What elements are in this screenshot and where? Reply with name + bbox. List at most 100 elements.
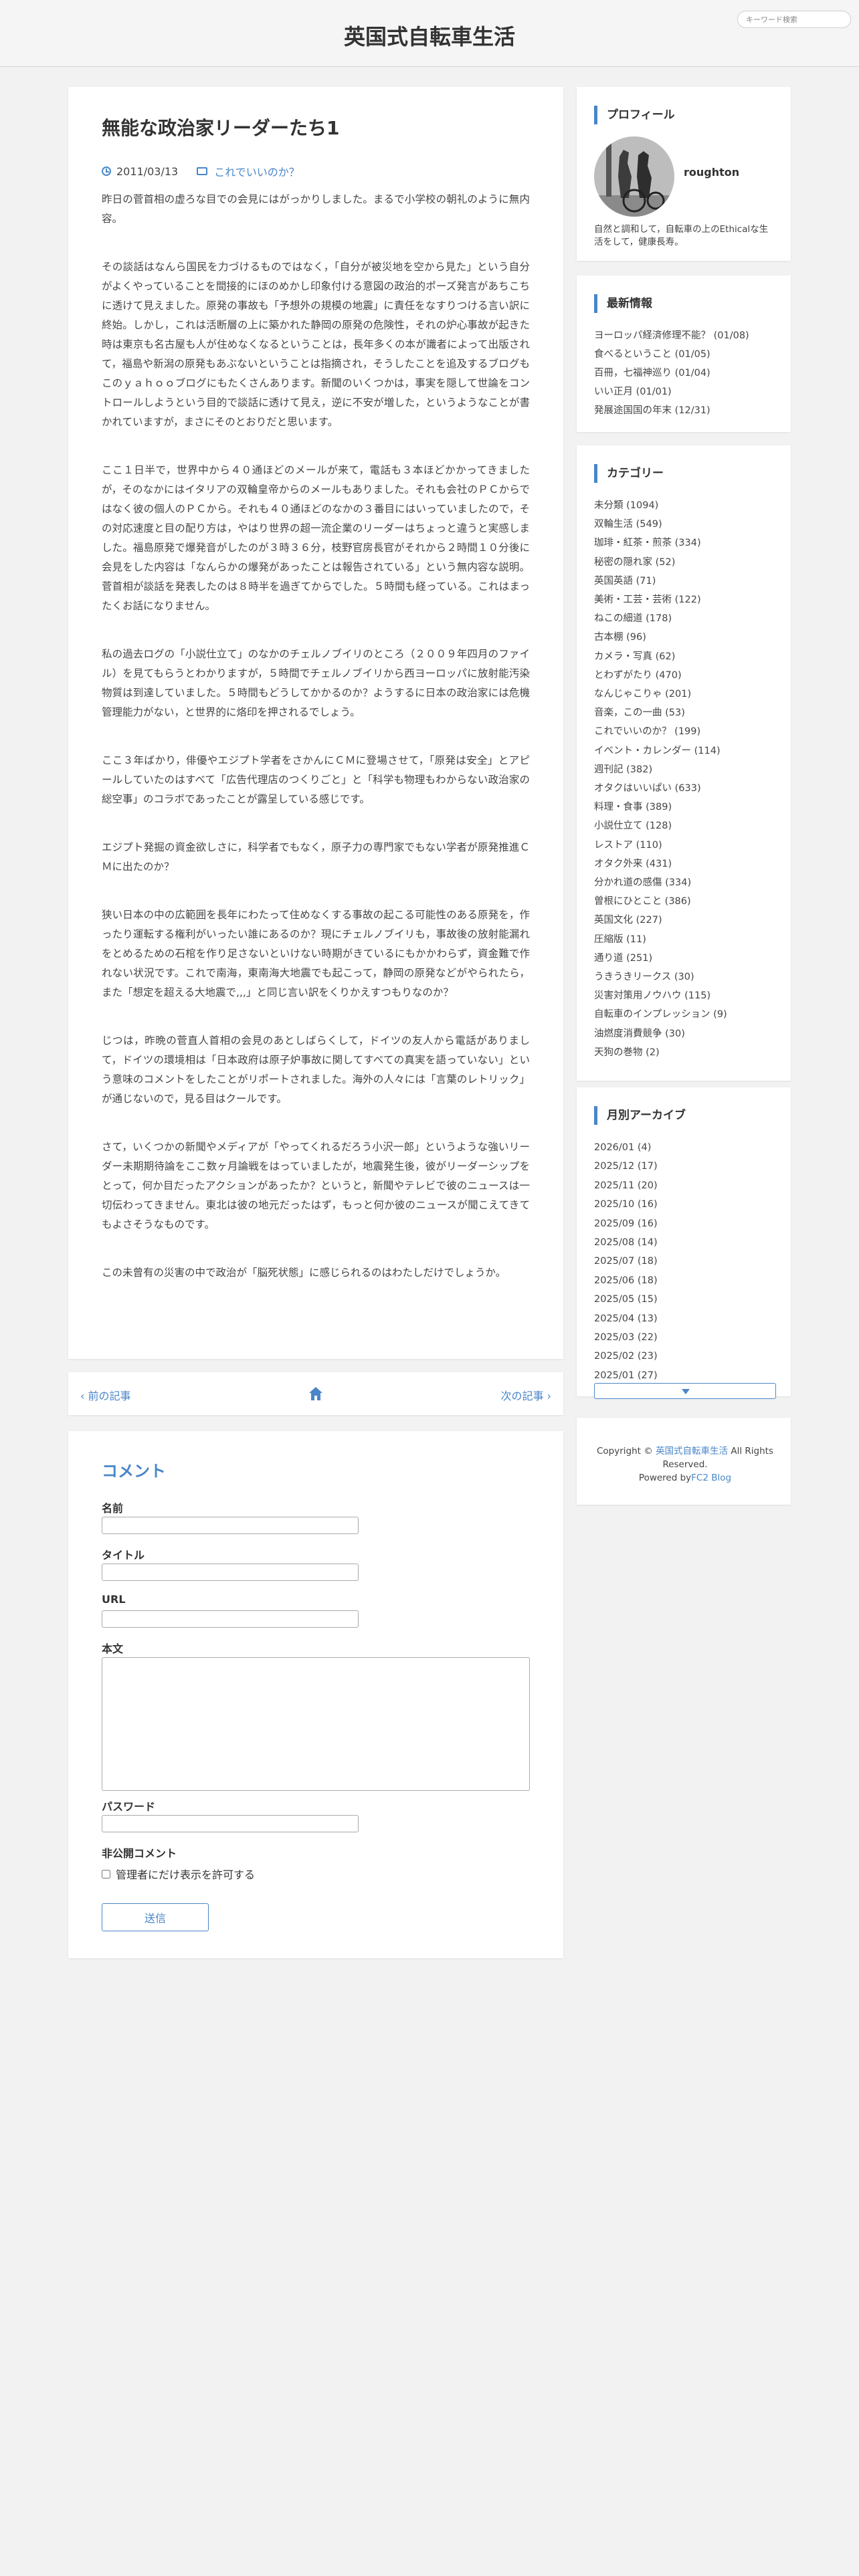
archive-heading: 月別アーカイブ [594, 1106, 686, 1125]
home-icon[interactable] [308, 1386, 324, 1402]
footer-text: Copyright © 英国式自転車生活 All Rights Reserved… [594, 1444, 776, 1485]
entry-paragraph: その談話はなんら国民を力づけるものではなく，「自分が被災地を空から見た」という自… [102, 261, 530, 428]
category-link[interactable]: 週刊記 (382) [594, 760, 781, 779]
category-link[interactable]: 双輪生活 (549) [594, 515, 781, 534]
entry-paragraph: さて，いくつかの新聞やメディアが「やってくれるだろう小沢一郎」というような強いリ… [102, 1141, 530, 1230]
entry-paragraph: ここ１日半で，世界中から４０通ほどのメールが来て，電話も３本ほどかかってきました… [102, 464, 530, 612]
entry-body: 昨日の菅首相の虚ろな目での会見にはがっかりしました。まるで小学校の朝礼のように無… [102, 190, 530, 1311]
archive-link[interactable]: 2025/05 (15) [594, 1290, 781, 1309]
next-entry-link[interactable]: 次の記事 › [501, 1387, 552, 1403]
category-link[interactable]: 未分類 (1094) [594, 496, 781, 515]
archive-link[interactable]: 2025/07 (18) [594, 1252, 781, 1271]
category-link[interactable]: 美術・工芸・芸術 (122) [594, 591, 781, 609]
comment-heading: コメント [102, 1462, 166, 1481]
category-link[interactable]: 料理・食事 (389) [594, 798, 781, 817]
category-link[interactable]: これでいいのか？ (199) [594, 722, 781, 741]
prev-entry-link[interactable]: ‹ 前の記事 [80, 1387, 131, 1403]
category-link[interactable]: オタクはいいぱい (633) [594, 779, 781, 798]
url-input[interactable] [102, 1610, 359, 1628]
category-link[interactable]: 油燃度消費競争 (30) [594, 1025, 781, 1043]
category-link[interactable]: 英国英語 (71) [594, 572, 781, 591]
recent-list: ヨーロッパ経済修理不能？ (01/08) 食べるということ (01/05) 百冊，七… [594, 326, 781, 420]
category-link[interactable]: 小説仕立て (128) [594, 817, 781, 835]
category-link[interactable]: 英国文化 (227) [594, 911, 781, 930]
category-link[interactable]: 通り道 (251) [594, 949, 781, 968]
folder-icon [197, 167, 208, 175]
powered-prefix: Powered by [638, 1473, 692, 1483]
entry-paragraph: エジプト発掘の資金欲しさに，科学者でもなく，原子力の専門家でもない学者が原発推進… [102, 841, 530, 873]
secret-checkbox-row[interactable]: 管理者にだけ表示を許可する [102, 1866, 255, 1882]
secret-checkbox[interactable] [102, 1869, 110, 1879]
url-label: URL [102, 1593, 126, 1606]
secret-label: 非公開コメント [102, 1847, 177, 1860]
title-input[interactable] [102, 1564, 359, 1581]
profile-username[interactable]: roughton [684, 166, 739, 179]
category-link[interactable]: 分かれ道の感傷 (334) [594, 873, 781, 892]
chevron-down-icon [682, 1389, 690, 1394]
category-link[interactable]: 自転車のインプレッション (9) [594, 1005, 781, 1024]
category-link[interactable]: カメラ・写真 (62) [594, 647, 781, 666]
copyright-prefix: Copyright © [597, 1446, 653, 1457]
submit-button[interactable]: 送信 [102, 1903, 209, 1931]
body-textarea[interactable] [102, 1657, 530, 1791]
footer-widget: Copyright © 英国式自転車生活 All Rights Reserved… [577, 1418, 791, 1505]
site-title[interactable]: 英国式自転車生活 [0, 20, 859, 51]
site-header: 英国式自転車生活 [0, 0, 859, 67]
archive-list: 2026/01 (4) 2025/12 (17) 2025/11 (20) 2025/… [594, 1138, 781, 1385]
category-link[interactable]: なんじゃこりゃ (201) [594, 685, 781, 704]
category-link[interactable]: 珈琲・紅茶・煎茶 (334) [594, 534, 781, 552]
category-widget: カテゴリー 未分類 (1094) 双輪生活 (549) 珈琲・紅茶・煎茶 (334)… [577, 445, 791, 1081]
recent-entry-link[interactable]: 百冊，七福神巡り (01/04) [594, 364, 781, 383]
archive-link[interactable]: 2025/12 (17) [594, 1157, 781, 1176]
search-input[interactable] [737, 11, 851, 28]
recent-entry-link[interactable]: ヨーロッパ経済修理不能？ (01/08) [594, 326, 781, 345]
entry-meta: 2011/03/13 これでいいのか？ [102, 163, 300, 179]
archive-widget: 月別アーカイブ 2026/01 (4) 2025/12 (17) 2025/11 (… [577, 1087, 791, 1396]
profile-heading: プロフィール [594, 106, 675, 124]
recent-entry-link[interactable]: 発展途国国の年末 (12/31) [594, 401, 781, 420]
footer-site-link[interactable]: 英国式自転車生活 [656, 1446, 728, 1457]
archive-link[interactable]: 2026/01 (4) [594, 1138, 781, 1157]
archive-link[interactable]: 2025/10 (16) [594, 1195, 781, 1214]
fc2-blog-link[interactable]: FC2 Blog [691, 1473, 731, 1483]
archive-link[interactable]: 2025/02 (23) [594, 1347, 781, 1366]
archive-link[interactable]: 2025/03 (22) [594, 1328, 781, 1347]
recent-widget: 最新情報 ヨーロッパ経済修理不能？ (01/08) 食べるということ (01/05… [577, 276, 791, 432]
title-label: タイトル [102, 1549, 145, 1562]
password-label: パスワード [102, 1800, 156, 1813]
category-link[interactable]: ねこの細道 (178) [594, 609, 781, 628]
entry-title: 無能な政治家リーダーたち1 [102, 117, 340, 139]
category-heading: カテゴリー [594, 464, 664, 483]
avatar [594, 136, 674, 217]
category-link[interactable]: 曽根にひとこと (386) [594, 892, 781, 911]
archive-expand-button[interactable] [594, 1383, 776, 1399]
category-link[interactable]: オタク外来 (431) [594, 855, 781, 873]
category-link[interactable]: 災害対策用ノウハウ (115) [594, 986, 781, 1005]
name-input[interactable] [102, 1517, 359, 1534]
category-list: 未分類 (1094) 双輪生活 (549) 珈琲・紅茶・煎茶 (334) 秘密の隠れ家… [594, 496, 781, 1062]
entry-category-link[interactable]: これでいいのか？ [214, 163, 300, 179]
entry-paragraph: 昨日の菅首相の虚ろな目での会見にはがっかりしました。まるで小学校の朝礼のように無… [102, 193, 530, 225]
entry-date: 2011/03/13 [116, 165, 179, 178]
category-link[interactable]: うきうきリークス (30) [594, 968, 781, 986]
archive-link[interactable]: 2025/11 (20) [594, 1176, 781, 1195]
category-link[interactable]: イベント・カレンダー (114) [594, 742, 781, 760]
recent-entry-link[interactable]: いい正月 (01/01) [594, 383, 781, 401]
entry-paragraph: じつは，昨晩の菅直人首相の会見のあとしばらくして，ドイツの友人から電話がありまし… [102, 1035, 530, 1105]
category-link[interactable]: 音楽，この一曲 (53) [594, 704, 781, 722]
archive-link[interactable]: 2025/09 (16) [594, 1214, 781, 1233]
recent-entry-link[interactable]: 食べるということ (01/05) [594, 345, 781, 364]
category-link[interactable]: レストア (110) [594, 836, 781, 855]
category-link[interactable]: 古本棚 (96) [594, 628, 781, 647]
category-link[interactable]: 圧縮版 (11) [594, 930, 781, 949]
password-input[interactable] [102, 1815, 359, 1832]
archive-link[interactable]: 2025/08 (14) [594, 1233, 781, 1252]
comment-form: コメント 名前 タイトル URL 本文 パスワード 非公開コメント 管理者にだけ… [68, 1431, 563, 1958]
archive-link[interactable]: 2025/04 (13) [594, 1309, 781, 1328]
category-link[interactable]: とわずがたり (470) [594, 666, 781, 685]
category-link[interactable]: 天狗の巻物 (2) [594, 1043, 781, 1062]
secret-checkbox-label: 管理者にだけ表示を許可する [116, 1868, 256, 1881]
archive-link[interactable]: 2025/06 (18) [594, 1271, 781, 1290]
profile-widget: プロフィール roughton 自然と調和して，自転車の上のEthicalな生活… [577, 87, 791, 261]
category-link[interactable]: 秘密の隠れ家 (52) [594, 553, 781, 572]
